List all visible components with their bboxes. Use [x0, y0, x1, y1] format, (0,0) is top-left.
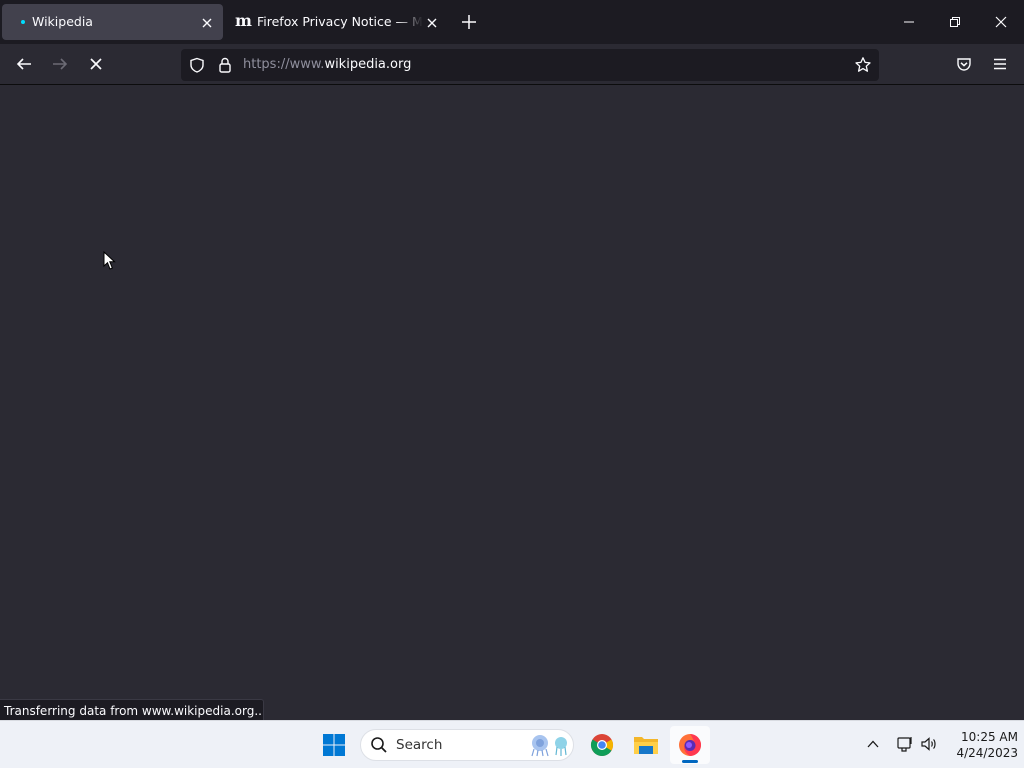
- tab-strip: Wikipedia m Firefox Privacy Notice — Moz…: [0, 0, 1024, 44]
- clock-date: 4/24/2023: [956, 746, 1018, 760]
- tab-title: Firefox Privacy Notice — Mozilla: [257, 14, 423, 29]
- network-icon: [897, 737, 912, 752]
- star-icon[interactable]: [854, 56, 872, 74]
- speaker-icon: [921, 737, 936, 751]
- stop-button[interactable]: [84, 52, 108, 76]
- windows-taskbar: Search 10:25 AM 4/24/2023: [0, 720, 1024, 768]
- close-window-button[interactable]: [989, 10, 1013, 34]
- chevron-up-icon: [867, 740, 879, 748]
- url-text[interactable]: https://www.wikipedia.org: [243, 57, 411, 72]
- pocket-icon: [957, 58, 971, 71]
- navigation-toolbar: https://www.wikipedia.org: [0, 44, 1024, 85]
- page-content-area: [0, 85, 1024, 720]
- forward-arrow-icon: [53, 58, 68, 70]
- url-scheme: https://www.: [243, 57, 325, 72]
- search-label: Search: [396, 737, 443, 753]
- plus-icon: [462, 15, 476, 29]
- close-tab-icon[interactable]: [200, 15, 214, 29]
- mouse-cursor-icon: [103, 251, 116, 270]
- close-tab-icon[interactable]: [425, 15, 439, 29]
- minimize-icon: [904, 21, 914, 23]
- firefox-icon: [679, 734, 701, 756]
- back-button[interactable]: [12, 52, 36, 76]
- minimize-button[interactable]: [897, 10, 921, 34]
- address-bar[interactable]: https://www.wikipedia.org: [181, 49, 879, 81]
- hamburger-menu-icon: [994, 58, 1006, 70]
- pocket-button[interactable]: [952, 52, 976, 76]
- chrome-icon: [591, 734, 613, 756]
- firefox-taskbar-icon[interactable]: [670, 726, 710, 764]
- url-host: wikipedia.org: [324, 57, 412, 72]
- search-icon: [371, 737, 387, 753]
- lock-icon[interactable]: [216, 56, 234, 74]
- stop-loading-icon: [90, 58, 102, 70]
- taskbar-search-box[interactable]: Search: [360, 729, 574, 761]
- mozilla-m-icon: m: [235, 11, 252, 30]
- status-panel: Transferring data from www.wikipedia.org…: [0, 699, 264, 721]
- file-explorer-taskbar-icon[interactable]: [626, 726, 666, 764]
- volume-button[interactable]: [918, 733, 940, 755]
- loading-indicator-icon: [21, 20, 25, 24]
- close-icon: [995, 16, 1007, 28]
- system-clock[interactable]: 10:25 AM 4/24/2023: [944, 729, 1018, 761]
- tab-privacy-notice[interactable]: m Firefox Privacy Notice — Mozilla: [228, 4, 446, 40]
- search-highlight-illustration-icon: [531, 735, 567, 757]
- app-menu-button[interactable]: [988, 52, 1012, 76]
- restore-icon: [950, 17, 960, 27]
- back-arrow-icon: [16, 58, 31, 70]
- network-status-button[interactable]: [894, 733, 916, 755]
- active-app-indicator: [682, 760, 698, 763]
- new-tab-button[interactable]: [460, 13, 478, 31]
- forward-button[interactable]: [48, 52, 72, 76]
- windows-logo-icon: [323, 734, 345, 756]
- folder-icon: [634, 737, 658, 754]
- clock-time: 10:25 AM: [961, 730, 1018, 744]
- tab-wikipedia[interactable]: Wikipedia: [2, 4, 223, 40]
- chrome-taskbar-icon[interactable]: [582, 726, 622, 764]
- tab-title: Wikipedia: [32, 14, 93, 29]
- restore-button[interactable]: [943, 10, 967, 34]
- show-hidden-icons-button[interactable]: [862, 733, 884, 755]
- tracking-protection-shield-icon[interactable]: [188, 56, 206, 74]
- start-button[interactable]: [314, 726, 354, 764]
